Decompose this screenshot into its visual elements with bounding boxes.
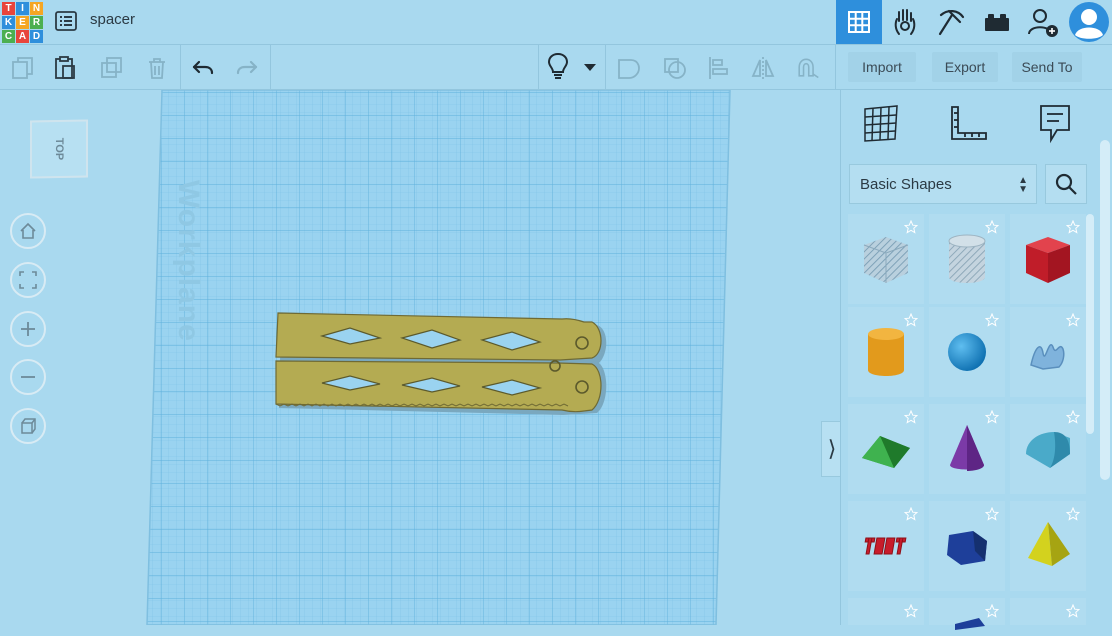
shape-cylinder[interactable] [848, 307, 924, 397]
import-button[interactable]: Import [848, 52, 916, 82]
logo-letter: A [16, 30, 29, 43]
notes-tool-icon[interactable] [1033, 100, 1077, 146]
minecraft-pickaxe-icon[interactable] [928, 0, 974, 44]
shape-box-hole[interactable] [848, 214, 924, 304]
favorite-star-icon[interactable] [985, 313, 999, 327]
chevron-right-icon: ⟩ [827, 436, 837, 461]
zoom-out-button[interactable] [10, 359, 46, 395]
redo-icon[interactable] [234, 55, 260, 81]
mirror-icon[interactable] [750, 55, 776, 81]
3d-design-grid-icon[interactable] [836, 0, 882, 44]
view-cube[interactable]: TOP [30, 119, 88, 179]
logo-letter: K [2, 16, 15, 29]
logo-letter: T [2, 2, 15, 15]
shape-tile-partial[interactable] [929, 598, 1005, 630]
shape-scribble[interactable] [1010, 307, 1086, 397]
shape-tile-partial[interactable] [1010, 598, 1086, 625]
toolbar-divider [835, 45, 836, 89]
shape-library-select[interactable]: Basic Shapes ▲ ▼ [849, 164, 1037, 204]
workplane-label: Workplane [172, 180, 205, 342]
search-icon [1055, 173, 1077, 195]
favorite-star-icon[interactable] [985, 410, 999, 424]
view-cube-face-label: TOP [52, 137, 65, 161]
toolbar-divider [270, 45, 271, 89]
perspective-toggle-button[interactable] [10, 408, 46, 444]
invite-user-icon[interactable] [1020, 0, 1066, 44]
copy-icon[interactable] [10, 55, 36, 81]
logo-letter: D [30, 30, 43, 43]
align-icon[interactable] [706, 55, 732, 81]
shape-roof[interactable] [848, 404, 924, 494]
fit-view-button[interactable] [10, 262, 46, 298]
favorite-star-icon[interactable] [1066, 410, 1080, 424]
shape-cone[interactable] [929, 404, 1005, 494]
ungroup-icon[interactable] [662, 55, 688, 81]
circuits-hand-icon[interactable] [882, 0, 928, 44]
toolbar-divider [605, 45, 606, 89]
shape-round-roof[interactable] [1010, 404, 1086, 494]
home-icon [20, 222, 36, 239]
shape-pyramid[interactable] [1010, 501, 1086, 591]
cruise-icon[interactable] [794, 55, 820, 81]
logo-letter: I [16, 2, 29, 15]
top-nav [836, 0, 1112, 44]
page-scrollbar-thumb[interactable] [1100, 140, 1110, 480]
logo-letter: C [2, 30, 15, 43]
workplane[interactable] [0, 90, 840, 625]
chevron-down-icon[interactable] [580, 55, 600, 81]
shape-search-button[interactable] [1045, 164, 1087, 204]
user-avatar-icon[interactable] [1066, 0, 1112, 44]
zoom-in-button[interactable] [10, 311, 46, 347]
favorite-star-icon[interactable] [985, 604, 999, 618]
delete-icon[interactable] [144, 55, 170, 81]
favorite-star-icon[interactable] [904, 507, 918, 521]
ruler-tool-icon[interactable] [947, 100, 991, 146]
favorite-star-icon[interactable] [904, 220, 918, 234]
design-list-icon[interactable] [55, 11, 77, 31]
favorite-star-icon[interactable] [985, 220, 999, 234]
favorite-star-icon[interactable] [904, 313, 918, 327]
shape-sphere[interactable] [929, 307, 1005, 397]
favorite-star-icon[interactable] [1066, 220, 1080, 234]
favorite-star-icon[interactable] [904, 604, 918, 618]
logo-letter: E [16, 16, 29, 29]
paste-icon[interactable] [52, 55, 78, 81]
tinkercad-logo[interactable]: T I N K E R C A D [2, 2, 43, 43]
fit-all-icon [19, 271, 37, 289]
toolbar-divider [180, 45, 181, 89]
top-bar: T I N K E R C A D spacer [0, 0, 1112, 45]
shape-library-selected: Basic Shapes [860, 175, 952, 193]
duplicate-icon[interactable] [99, 55, 125, 81]
select-arrows-icon: ▲ ▼ [1018, 175, 1028, 195]
undo-icon[interactable] [190, 55, 216, 81]
shape-polygon[interactable] [929, 501, 1005, 591]
shape-tile-partial[interactable] [848, 598, 924, 625]
favorite-star-icon[interactable] [1066, 507, 1080, 521]
shape-box[interactable] [1010, 214, 1086, 304]
favorite-star-icon[interactable] [904, 410, 918, 424]
shapes-scrollbar[interactable] [1086, 214, 1094, 434]
home-view-button[interactable] [10, 213, 46, 249]
group-icon[interactable] [616, 55, 642, 81]
perspective-cube-icon [21, 418, 36, 434]
minus-icon [21, 376, 35, 378]
shape-cylinder-hole[interactable] [929, 214, 1005, 304]
export-button[interactable]: Export [932, 52, 998, 82]
favorite-star-icon[interactable] [1066, 313, 1080, 327]
logo-letter: N [30, 2, 43, 15]
toolbar-divider [538, 45, 539, 89]
send-to-button[interactable]: Send To [1012, 52, 1082, 82]
lego-brick-icon[interactable] [974, 0, 1020, 44]
favorite-star-icon[interactable] [985, 507, 999, 521]
shape-text[interactable] [848, 501, 924, 591]
lightbulb-icon[interactable] [545, 52, 571, 79]
workplane-tool-icon[interactable] [859, 100, 903, 146]
3d-viewport[interactable]: Workplane TOP [0, 90, 840, 625]
document-title[interactable]: spacer [90, 11, 135, 28]
plus-icon [21, 322, 35, 336]
favorite-star-icon[interactable] [1066, 604, 1080, 618]
logo-letter: R [30, 16, 43, 29]
